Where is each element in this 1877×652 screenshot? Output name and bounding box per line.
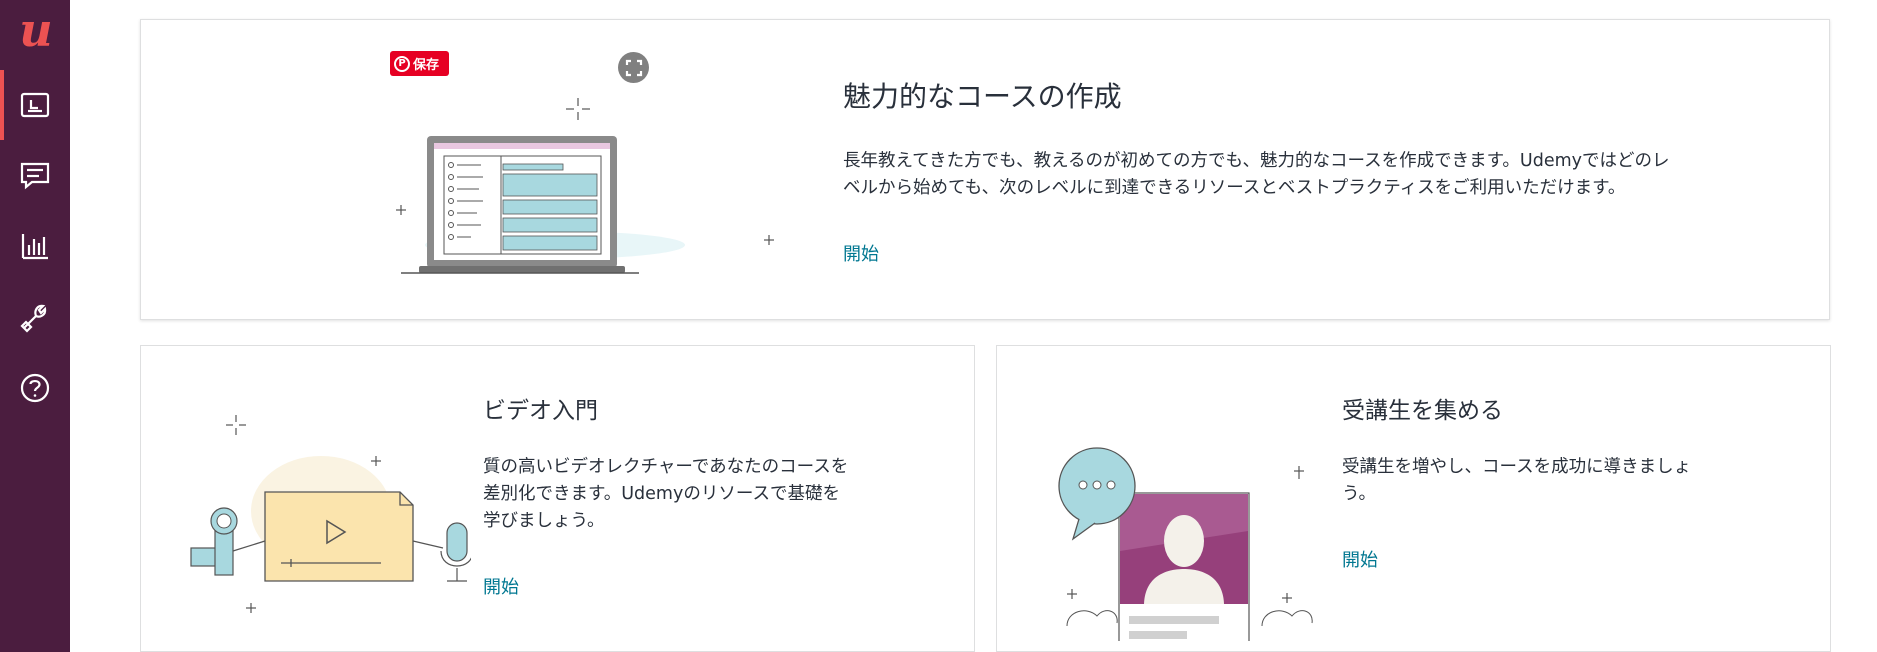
audience-description-line: 受講生を増やし、コースを成功に導きましょ (1342, 457, 1692, 477)
hero-title: 魅力的なコースの作成 (843, 80, 1122, 113)
sidebar-item-help[interactable] (0, 353, 70, 423)
hero-start-link[interactable]: 開始 (843, 240, 879, 266)
laptop-illustration (396, 98, 774, 274)
audience-illustration (1058, 447, 1313, 641)
pin-save-label: 保存 (413, 58, 440, 73)
video-card-description: 質の高いビデオレクチャーであなたのコースを 差別化できます。Udemyのリソース… (483, 454, 848, 535)
sidebar-item-courses[interactable] (0, 70, 70, 140)
build-audience-card: 受講生を集める 受講生を増やし、コースを成功に導きましょ う。 開始 (996, 345, 1831, 652)
analytics-icon (21, 234, 48, 260)
create-course-card: P 保存 魅力的なコースの作成 長年教えてきた方でも、教えるのが初めての方でも、… (140, 19, 1830, 320)
message-icon (20, 162, 50, 190)
udemy-logo[interactable]: u (12, 6, 60, 54)
sidebar-item-communication[interactable] (0, 140, 70, 210)
pinterest-save-button[interactable]: P 保存 (390, 51, 449, 76)
sidebar: u (0, 0, 70, 652)
sidebar-item-performance[interactable] (0, 211, 70, 281)
hero-description: 長年教えてきた方でも、教えるのが初めての方でも、魅力的なコースを作成できます。U… (843, 148, 1669, 202)
pinterest-icon: P (394, 55, 410, 72)
video-description-line: 質の高いビデオレクチャーであなたのコースを (483, 457, 849, 477)
course-icon (20, 92, 50, 118)
hero-description-line: ベルから始めても、次のレベルに到達できるリソースとベストプラクティスをご利用いた… (843, 178, 1626, 198)
tools-icon (20, 304, 47, 333)
hero-description-line: 長年教えてきた方でも、教えるのが初めての方でも、魅力的なコースを作成できます。U… (843, 151, 1670, 171)
video-illustration (190, 415, 471, 613)
sidebar-item-tools[interactable] (0, 282, 70, 352)
video-start-link[interactable]: 開始 (483, 573, 519, 599)
expand-icon[interactable] (618, 52, 649, 83)
audience-card-title: 受講生を集める (1342, 398, 1503, 424)
video-card-title: ビデオ入門 (483, 398, 598, 424)
video-description-line: 差別化できます。Udemyのリソースで基礎を (483, 484, 840, 504)
video-description-line: 学びましょう。 (483, 511, 605, 531)
audience-start-link[interactable]: 開始 (1342, 546, 1378, 572)
audience-description-line: う。 (1342, 484, 1376, 504)
help-icon (20, 373, 50, 403)
audience-card-description: 受講生を増やし、コースを成功に導きましょ う。 (1342, 454, 1691, 508)
video-intro-card: ビデオ入門 質の高いビデオレクチャーであなたのコースを 差別化できます。Udem… (140, 345, 975, 652)
